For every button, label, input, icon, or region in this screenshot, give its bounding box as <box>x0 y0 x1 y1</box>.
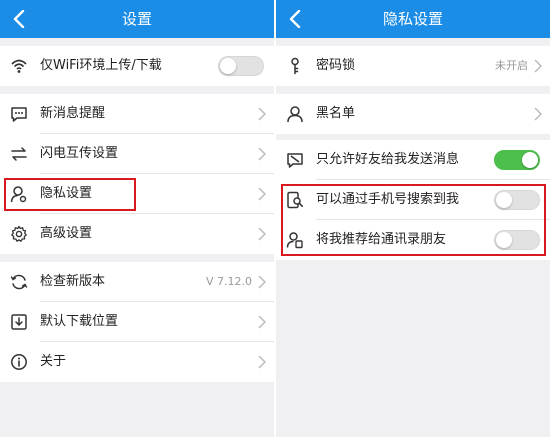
toggle-knob <box>496 232 512 248</box>
blacklist-label: 黑名单 <box>316 106 356 121</box>
privacy-settings-screen: 隐私设置 密码锁 未开启 黑名单 只允许好友给我发送消息 可以通过手机号搜索到我… <box>276 0 550 437</box>
recommend-contacts-toggle[interactable] <box>494 230 540 250</box>
message-icon <box>11 107 27 122</box>
phone-search-icon <box>287 191 303 209</box>
chevron-right-icon <box>258 107 266 121</box>
chevron-right-icon <box>258 275 266 289</box>
privacy-row[interactable]: 隐私设置 <box>0 174 274 214</box>
user-icon <box>287 106 303 123</box>
recommend-contacts-label: 将我推荐给通讯录朋友 <box>316 232 447 247</box>
gear-icon <box>11 225 27 242</box>
notify-label: 新消息提醒 <box>40 106 106 121</box>
notify-row[interactable]: 新消息提醒 <box>0 94 274 134</box>
chevron-right-icon <box>258 227 266 241</box>
friends-only-toggle[interactable] <box>494 150 540 170</box>
about-label: 关于 <box>40 354 67 369</box>
recommend-contacts-row[interactable]: 将我推荐给通讯录朋友 <box>276 220 550 260</box>
chevron-right-icon <box>534 107 542 121</box>
contacts-icon <box>286 232 303 249</box>
chevron-right-icon <box>258 355 266 369</box>
chevron-right-icon <box>258 147 266 161</box>
page-title: 隐私设置 <box>382 10 443 28</box>
download-location-label: 默认下载位置 <box>40 314 119 329</box>
search-by-phone-label: 可以通过手机号搜索到我 <box>316 192 460 207</box>
back-button[interactable] <box>4 0 34 38</box>
friends-only-row[interactable]: 只允许好友给我发送消息 <box>276 140 550 180</box>
chevron-right-icon <box>258 187 266 201</box>
back-button[interactable] <box>280 0 310 38</box>
transfer-arrows-icon <box>11 147 27 161</box>
chevron-right-icon <box>258 315 266 329</box>
key-icon <box>291 57 299 75</box>
download-icon <box>11 314 27 330</box>
refresh-icon <box>10 274 28 290</box>
settings-header: 设置 <box>0 0 274 38</box>
back-arrow-icon <box>289 10 301 28</box>
toggle-knob <box>220 58 236 74</box>
search-by-phone-row[interactable]: 可以通过手机号搜索到我 <box>276 180 550 220</box>
password-lock-label: 密码锁 <box>316 58 356 73</box>
wifi-only-label: 仅WiFi环境上传/下载 <box>40 58 162 73</box>
privacy-header: 隐私设置 <box>276 0 550 38</box>
wifi-icon <box>11 59 27 73</box>
blacklist-row[interactable]: 黑名单 <box>276 94 550 134</box>
privacy-label: 隐私设置 <box>40 186 93 201</box>
wifi-only-row[interactable]: 仅WiFi环境上传/下载 <box>0 46 274 86</box>
password-lock-status: 未开启 <box>495 59 528 72</box>
version-value: V 7.12.0 <box>205 275 252 288</box>
friends-only-label: 只允许好友给我发送消息 <box>316 152 460 167</box>
advanced-label: 高级设置 <box>40 226 93 241</box>
download-location-row[interactable]: 默认下载位置 <box>0 302 274 342</box>
toggle-knob <box>522 152 538 168</box>
info-icon <box>11 354 27 370</box>
about-row[interactable]: 关于 <box>0 342 274 382</box>
wifi-only-toggle[interactable] <box>218 56 264 76</box>
privacy-icon <box>10 186 27 203</box>
settings-screen: 设置 仅WiFi环境上传/下载 新消息提醒 闪电互传设置 隐私设置 高级设置 检… <box>0 0 274 437</box>
check-update-row[interactable]: 检查新版本 V 7.12.0 <box>0 262 274 302</box>
flash-transfer-label: 闪电互传设置 <box>40 146 119 161</box>
check-update-label: 检查新版本 <box>40 274 106 289</box>
back-arrow-icon <box>13 10 25 28</box>
advanced-row[interactable]: 高级设置 <box>0 214 274 254</box>
flash-transfer-row[interactable]: 闪电互传设置 <box>0 134 274 174</box>
page-title: 设置 <box>121 10 152 28</box>
password-lock-row[interactable]: 密码锁 未开启 <box>276 46 550 86</box>
chevron-right-icon <box>534 59 542 73</box>
toggle-knob <box>496 192 512 208</box>
message-blocked-icon <box>287 153 303 168</box>
search-by-phone-toggle[interactable] <box>494 190 540 210</box>
